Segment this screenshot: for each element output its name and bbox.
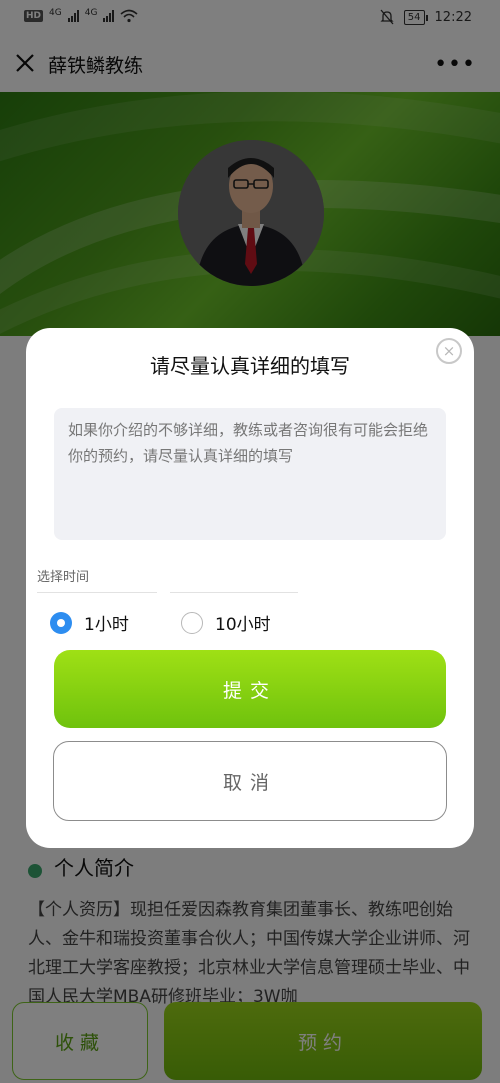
- divider: [170, 592, 298, 593]
- option-1-hour[interactable]: 1小时: [50, 610, 129, 635]
- modal-title: 请尽量认真详细的填写: [150, 354, 350, 378]
- submit-button[interactable]: 提交: [54, 650, 446, 728]
- option-label: 1小时: [84, 615, 129, 635]
- booking-modal: × 请尽量认真详细的填写 选择时间 1小时 10小时 提交 取消: [26, 328, 474, 848]
- intro-textarea[interactable]: [54, 408, 446, 540]
- cancel-button[interactable]: 取消: [53, 741, 447, 821]
- option-10-hours[interactable]: 10小时: [181, 610, 271, 635]
- radio-unchecked-icon[interactable]: [181, 611, 203, 634]
- option-label: 10小时: [215, 615, 271, 635]
- radio-checked-icon[interactable]: [50, 611, 72, 634]
- divider: [37, 592, 157, 593]
- time-label: 选择时间: [37, 570, 90, 585]
